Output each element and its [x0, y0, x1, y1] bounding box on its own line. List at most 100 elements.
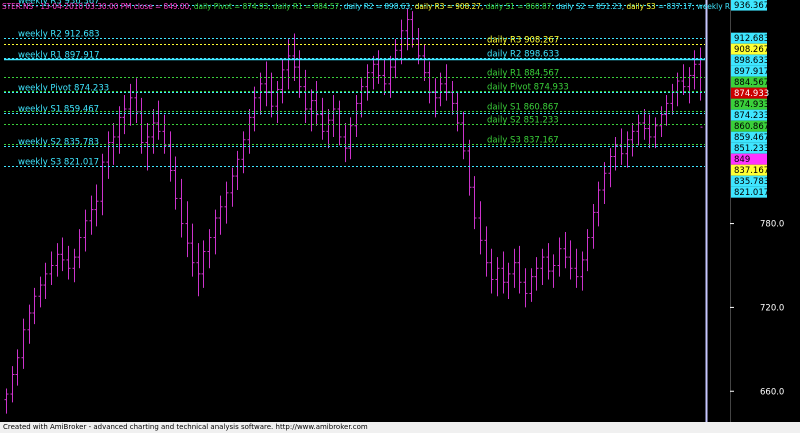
price-bar: [410, 11, 415, 48]
price-bar: [557, 237, 562, 277]
price-bar: [692, 50, 697, 90]
price-bar: [185, 201, 190, 258]
footer-credit: Created with AmiBroker - advanced charti…: [0, 422, 800, 433]
price-bar: [608, 148, 613, 188]
price-bar: [382, 58, 387, 96]
price-bar: [450, 81, 455, 115]
daily-level-label: daily R1 884.567: [487, 69, 559, 79]
daily-level-label: daily Pivot 874.933: [487, 83, 569, 93]
price-bar: [89, 195, 94, 235]
header-segment: = 837.17, weekly R: [656, 2, 731, 11]
price-bar: [38, 276, 43, 308]
price-bar: [77, 229, 82, 269]
header-segment: STER.NS - 13-04-2010 03:30:00 PM close: [2, 2, 153, 11]
price-badge-text: 851.233: [734, 144, 769, 154]
price-bar: [32, 287, 37, 325]
price-axis: 936.367 912.683908.267898.633897.917884.5…: [705, 0, 784, 422]
price-badge: 851.233: [731, 142, 769, 154]
price-bar: [224, 181, 229, 224]
price-bar: [139, 97, 144, 154]
price-bar: [201, 240, 206, 288]
price-bar: [523, 268, 528, 308]
price-bar: [196, 243, 201, 297]
price-badge-text: 874.933: [734, 100, 769, 110]
price-bar: [540, 248, 545, 286]
price-badge: 897.917: [731, 65, 769, 77]
price-badge-text: 898.633: [734, 56, 769, 66]
price-badge: 835.783: [731, 175, 769, 187]
price-badge: 837.167: [731, 164, 769, 176]
header-segment: daily Pivot: [194, 2, 232, 11]
price-bar: [275, 81, 280, 123]
price-bar: [173, 156, 178, 210]
price-bar: [681, 64, 686, 96]
price-bar: [94, 184, 99, 227]
header-segment: daily R2: [344, 2, 374, 11]
price-bar: [43, 262, 48, 300]
price-bar: [156, 100, 161, 140]
price-bar: [15, 349, 20, 386]
y-tick-label: 720.0: [760, 303, 784, 313]
price-bar: [128, 83, 133, 126]
price-bar: [551, 254, 556, 288]
price-bar: [280, 58, 285, 104]
price-bar: [320, 97, 325, 140]
y-tick-label: 660.0: [760, 387, 784, 397]
daily-level-label: daily S3 837.167: [487, 136, 559, 146]
header-segment: = 851.23,: [585, 2, 626, 11]
price-bar: [647, 114, 652, 149]
weekly-level-label: weekly Pivot 874.233: [18, 84, 109, 94]
price-bar: [354, 95, 359, 137]
price-bar: [343, 122, 348, 163]
price-bar: [687, 67, 692, 104]
price-bar: [472, 176, 477, 230]
header-segment: = 874.93,: [232, 2, 273, 11]
price-bar: [111, 122, 116, 165]
header-segment: daily R3: [415, 2, 445, 11]
price-bar: [489, 248, 494, 294]
price-bar: [207, 229, 212, 269]
price-bar: [292, 33, 297, 82]
price-badge-text: 936.367: [734, 1, 769, 11]
header-segment: = 860.87,: [515, 2, 556, 11]
weekly-level-label: weekly S1 859.467: [18, 105, 99, 115]
daily-level-label: daily S2 851.233: [487, 116, 559, 126]
price-badge-text: 874.233: [734, 111, 769, 121]
price-bar: [365, 64, 370, 101]
price-bar: [27, 304, 32, 344]
price-bar: [4, 388, 9, 414]
header-segment: = 849.00,: [153, 2, 194, 11]
price-bar: [399, 19, 404, 65]
price-badge: 821.017: [731, 186, 769, 198]
weekly-level-label: weekly S3 821.017: [18, 158, 99, 168]
price-bar: [72, 248, 77, 283]
price-bar: [213, 209, 218, 255]
price-badge: 908.267: [731, 43, 769, 55]
price-bar: [168, 131, 173, 182]
price-bar: [574, 248, 579, 288]
price-bar: [591, 204, 596, 249]
price-badge-text: 837.167: [734, 166, 769, 176]
price-bar: [630, 122, 635, 157]
header-segment: = 908.27,: [444, 2, 485, 11]
price-bars: [4, 8, 703, 414]
price-bar: [461, 111, 466, 160]
price-bar: [659, 106, 664, 137]
price-bar: [331, 95, 336, 137]
header-text: STER.NS - 13-04-2010 03:30:00 PM close =…: [2, 2, 730, 11]
price-bar: [636, 114, 641, 146]
price-bar: [484, 226, 489, 277]
price-bar: [422, 44, 427, 82]
price-bar: [546, 243, 551, 280]
price-bar: [580, 251, 585, 291]
price-badge: 898.633: [731, 54, 769, 66]
price-badge-text: 908.267: [734, 45, 769, 55]
price-bar: [501, 251, 506, 294]
price-badge-text: 897.917: [734, 67, 769, 77]
weekly-level-label: weekly S2 835.783: [18, 138, 99, 148]
daily-level-label: daily S1 860.867: [487, 103, 559, 113]
weekly-level-label: weekly R1 897.917: [18, 51, 100, 61]
daily-level-label: daily R2 898.633: [487, 50, 559, 60]
price-badge: 874.233: [731, 109, 769, 121]
price-bar: [563, 231, 568, 269]
